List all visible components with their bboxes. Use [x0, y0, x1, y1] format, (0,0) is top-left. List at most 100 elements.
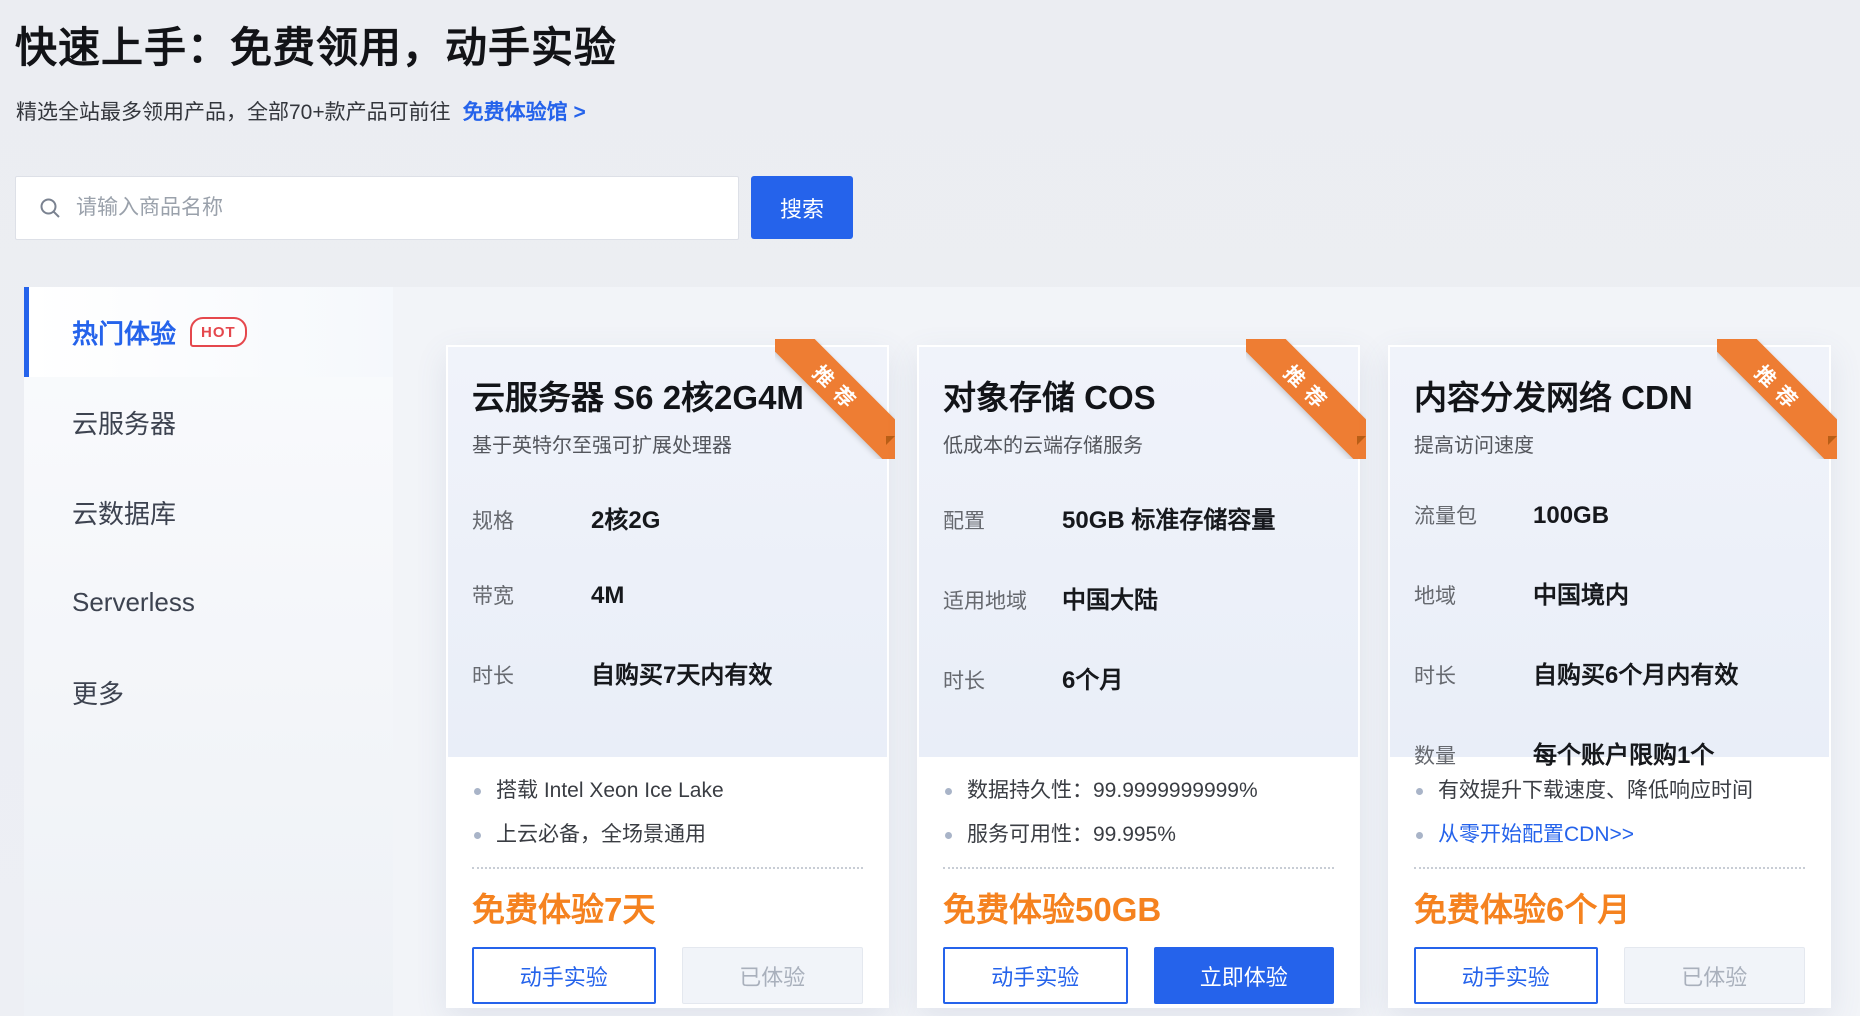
spec-value: 4M: [591, 582, 624, 610]
free-trial-hall-link[interactable]: 免费体验馆 >: [463, 101, 586, 124]
spec-label: 带宽: [472, 580, 591, 610]
bullet-dot-icon: [945, 832, 952, 839]
feature-bullet: 上云必备，全场景通用: [472, 821, 863, 849]
spec-list: 配置 50GB 标准存储容量 适用地域 中国大陆 时长 6个月: [943, 500, 1334, 695]
feature-bullet: 搭载 Intel Xeon Ice Lake: [472, 777, 863, 805]
free-offer-label: 免费体验6个月: [1414, 883, 1805, 931]
bullet-dot-icon: [1416, 832, 1423, 839]
feature-text: 服务可用性：99.995%: [967, 821, 1176, 849]
spec-label: 时长: [472, 660, 591, 690]
sidebar-item-hot-experience[interactable]: 热门体验 HOT: [24, 287, 393, 377]
page-subtitle: 精选全站最多领用产品，全部70+款产品可前往免费体验馆 >: [16, 96, 586, 126]
card-spec-section: 内容分发网络 CDN 提高访问速度 流量包 100GB 地域 中国境内 时长 自…: [1390, 347, 1829, 757]
spec-row: 流量包 100GB: [1414, 500, 1805, 530]
spec-label: 时长: [1414, 660, 1533, 690]
spec-row: 带宽 4M: [472, 580, 863, 610]
feature-text: 有效提升下载速度、降低响应时间: [1438, 777, 1753, 805]
feature-bullet: 数据持久性：99.9999999999%: [943, 777, 1334, 805]
search-icon: [38, 196, 62, 220]
already-tried-button[interactable]: 已体验: [1624, 947, 1806, 1004]
card-title: 云服务器 S6 2核2G4M: [472, 371, 863, 419]
search-input[interactable]: [62, 196, 738, 220]
sidebar-item-more[interactable]: 更多: [24, 647, 393, 737]
sidebar-item-label: 云服务器: [72, 404, 176, 441]
spec-row: 时长 自购买7天内有效: [472, 655, 863, 690]
page-title: 快速上手：免费领用，动手实验: [15, 14, 617, 75]
bullet-dot-icon: [1416, 788, 1423, 795]
spec-list: 流量包 100GB 地域 中国境内 时长 自购买6个月内有效 数量 每个账户限购…: [1414, 500, 1805, 770]
sidebar-item-cloud-database[interactable]: 云数据库: [24, 467, 393, 557]
spec-value: 中国境内: [1533, 575, 1629, 610]
free-offer-label: 免费体验7天: [472, 883, 863, 931]
feature-text: 数据持久性：99.9999999999%: [967, 777, 1258, 805]
sidebar-item-serverless[interactable]: Serverless: [24, 557, 393, 647]
spec-value: 2核2G: [591, 500, 660, 535]
card-detail-section: 数据持久性：99.9999999999% 服务可用性：99.995% 免费体验5…: [919, 757, 1358, 1004]
product-card-cdn: 推荐 内容分发网络 CDN 提高访问速度 流量包 100GB 地域 中国境内 时…: [1388, 345, 1831, 1008]
spec-label: 时长: [943, 665, 1062, 695]
sidebar-item-label: 热门体验: [72, 314, 176, 351]
already-tried-button[interactable]: 已体验: [682, 947, 864, 1004]
hands-on-lab-button[interactable]: 动手实验: [943, 947, 1128, 1004]
spec-value: 100GB: [1533, 502, 1609, 530]
search-bar: [15, 176, 739, 240]
card-spec-section: 对象存储 COS 低成本的云端存储服务 配置 50GB 标准存储容量 适用地域 …: [919, 347, 1358, 757]
spec-row: 适用地域 中国大陆: [943, 580, 1334, 615]
spec-value: 每个账户限购1个: [1533, 735, 1714, 770]
sidebar: 热门体验 HOT 云服务器 云数据库 Serverless 更多: [24, 287, 393, 1016]
bullet-dot-icon: [474, 832, 481, 839]
spec-list: 规格 2核2G 带宽 4M 时长 自购买7天内有效: [472, 500, 863, 690]
card-subtitle: 基于英特尔至强可扩展处理器: [472, 429, 863, 458]
card-detail-section: 搭载 Intel Xeon Ice Lake 上云必备，全场景通用 免费体验7天…: [448, 757, 887, 1004]
spec-value: 6个月: [1062, 660, 1123, 695]
spec-label: 流量包: [1414, 500, 1533, 530]
card-actions: 动手实验 立即体验: [943, 947, 1334, 1004]
card-spec-section: 云服务器 S6 2核2G4M 基于英特尔至强可扩展处理器 规格 2核2G 带宽 …: [448, 347, 887, 757]
product-cards: 推荐 云服务器 S6 2核2G4M 基于英特尔至强可扩展处理器 规格 2核2G …: [446, 345, 1831, 1008]
dotted-divider: [1414, 867, 1805, 869]
feature-bullet: 服务可用性：99.995%: [943, 821, 1334, 849]
card-title: 对象存储 COS: [943, 371, 1334, 419]
spec-label: 地域: [1414, 580, 1533, 610]
sidebar-item-label: Serverless: [72, 587, 195, 618]
card-subtitle: 提高访问速度: [1414, 429, 1805, 458]
hands-on-lab-button[interactable]: 动手实验: [1414, 947, 1598, 1004]
bullet-dot-icon: [474, 788, 481, 795]
card-subtitle: 低成本的云端存储服务: [943, 429, 1334, 458]
card-detail-section: 有效提升下载速度、降低响应时间 从零开始配置CDN>> 免费体验6个月 动手实验…: [1390, 757, 1829, 1004]
product-card-cos: 推荐 对象存储 COS 低成本的云端存储服务 配置 50GB 标准存储容量 适用…: [917, 345, 1360, 1008]
free-offer-label: 免费体验50GB: [943, 883, 1334, 931]
bullet-dot-icon: [945, 788, 952, 795]
spec-row: 时长 6个月: [943, 660, 1334, 695]
feature-bullet: 有效提升下载速度、降低响应时间: [1414, 777, 1805, 805]
feature-bullet-link: 从零开始配置CDN>>: [1414, 821, 1805, 849]
spec-row: 配置 50GB 标准存储容量: [943, 500, 1334, 535]
hands-on-lab-button[interactable]: 动手实验: [472, 947, 656, 1004]
spec-value: 自购买7天内有效: [591, 655, 772, 690]
card-title: 内容分发网络 CDN: [1414, 371, 1805, 419]
spec-value: 自购买6个月内有效: [1533, 655, 1738, 690]
subtitle-text: 精选全站最多领用产品，全部70+款产品可前往: [16, 101, 451, 124]
spec-label: 规格: [472, 505, 591, 535]
spec-value: 中国大陆: [1062, 580, 1158, 615]
spec-row: 地域 中国境内: [1414, 575, 1805, 610]
spec-label: 适用地域: [943, 585, 1062, 615]
spec-label: 数量: [1414, 740, 1533, 770]
dotted-divider: [943, 867, 1334, 869]
hot-badge: HOT: [190, 317, 247, 347]
feature-text: 上云必备，全场景通用: [496, 821, 706, 849]
sidebar-item-cloud-server[interactable]: 云服务器: [24, 377, 393, 467]
card-actions: 动手实验 已体验: [1414, 947, 1805, 1004]
try-now-button[interactable]: 立即体验: [1154, 947, 1335, 1004]
sidebar-item-label: 云数据库: [72, 494, 176, 531]
spec-label: 配置: [943, 505, 1062, 535]
feature-text: 搭载 Intel Xeon Ice Lake: [496, 777, 724, 805]
dotted-divider: [472, 867, 863, 869]
search-button[interactable]: 搜索: [751, 176, 853, 239]
spec-row: 时长 自购买6个月内有效: [1414, 655, 1805, 690]
configure-cdn-link[interactable]: 从零开始配置CDN>>: [1438, 821, 1634, 849]
sidebar-item-label: 更多: [72, 674, 124, 711]
spec-row: 规格 2核2G: [472, 500, 863, 535]
spec-value: 50GB 标准存储容量: [1062, 500, 1275, 535]
product-card-cvm: 推荐 云服务器 S6 2核2G4M 基于英特尔至强可扩展处理器 规格 2核2G …: [446, 345, 889, 1008]
